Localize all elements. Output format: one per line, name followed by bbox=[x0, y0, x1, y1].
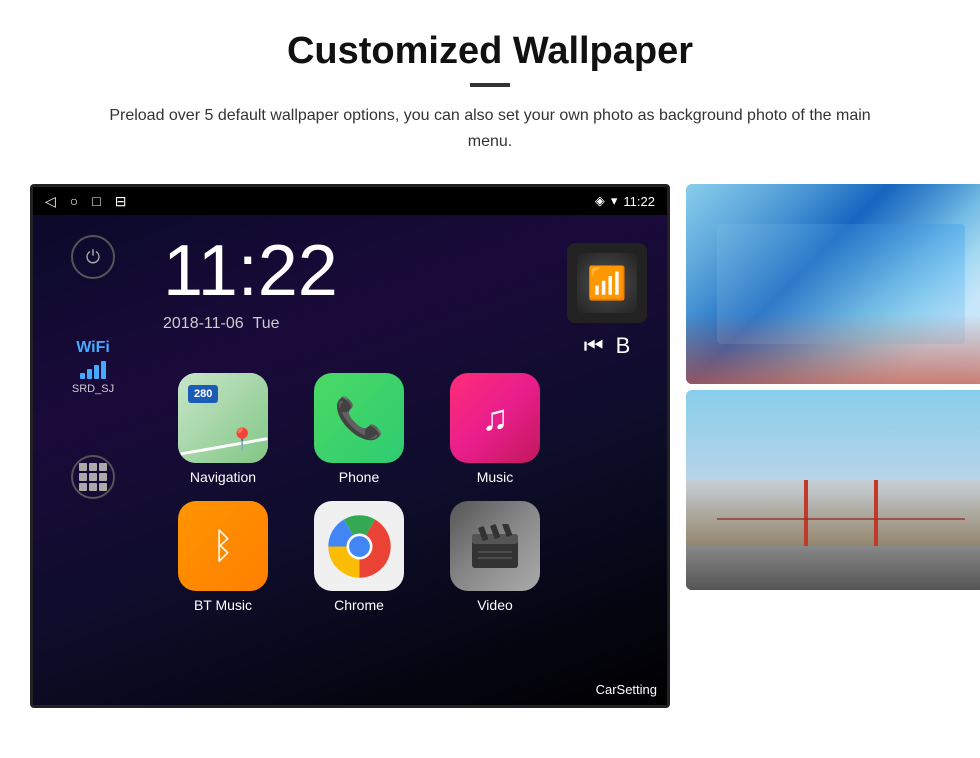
home-screen: ⏻ WiFi SRD_SJ bbox=[33, 215, 667, 705]
grid-dot bbox=[79, 483, 87, 491]
letter-b-display: B bbox=[616, 333, 631, 359]
page-title: Customized Wallpaper bbox=[80, 30, 900, 73]
recent-icon[interactable]: □ bbox=[92, 193, 100, 209]
title-divider bbox=[470, 83, 510, 87]
music-symbol: ♫ bbox=[482, 397, 509, 439]
chrome-svg bbox=[327, 514, 392, 579]
grid-dot bbox=[79, 463, 87, 471]
app-music[interactable]: ♫ Music bbox=[435, 373, 555, 485]
date-text: 2018-11-06 bbox=[163, 315, 244, 332]
page-subtitle: Preload over 5 default wallpaper options… bbox=[100, 103, 880, 154]
phone-icon: 📞 bbox=[314, 373, 404, 463]
grid-dot bbox=[79, 473, 87, 481]
back-icon[interactable]: ◁ bbox=[45, 193, 56, 210]
music-label: Music bbox=[477, 469, 514, 485]
ice-background bbox=[686, 184, 980, 384]
app-phone[interactable]: 📞 Phone bbox=[299, 373, 419, 485]
carsetting-label: CarSetting bbox=[596, 682, 657, 697]
wifi-bar-1 bbox=[80, 373, 85, 379]
music-icon-box: 📶 bbox=[567, 243, 647, 323]
wallpaper-thumb-ice[interactable] bbox=[686, 184, 980, 384]
grid-dot bbox=[99, 473, 107, 481]
status-bar: ◁ ○ □ ⊟ ◈ ▾ 11:22 bbox=[33, 187, 667, 215]
nav-sign: 280 bbox=[188, 385, 218, 403]
status-time: 11:22 bbox=[623, 194, 655, 209]
app-video[interactable]: Video bbox=[435, 501, 555, 613]
phone-label: Phone bbox=[339, 469, 379, 485]
status-right: ◈ ▾ 11:22 bbox=[595, 193, 655, 209]
grid-dot bbox=[89, 483, 97, 491]
music-player-widget: 📶 ⏮ B bbox=[567, 243, 647, 359]
wifi-bar-3 bbox=[94, 365, 99, 379]
power-button[interactable]: ⏻ bbox=[71, 235, 115, 279]
app-navigation[interactable]: 280 📍 Navigation bbox=[163, 373, 283, 485]
status-left: ◁ ○ □ ⊟ bbox=[45, 193, 126, 210]
wifi-bars bbox=[72, 361, 114, 379]
chrome-icon bbox=[314, 501, 404, 591]
app-bt-music[interactable]: ᛒ BT Music bbox=[163, 501, 283, 613]
wallpaper-panel bbox=[686, 184, 980, 590]
day-text: Tue bbox=[253, 315, 280, 332]
date-display: 2018-11-06 Tue bbox=[163, 315, 280, 333]
home-icon[interactable]: ○ bbox=[70, 193, 78, 209]
grid-dot bbox=[99, 463, 107, 471]
video-svg bbox=[470, 524, 520, 568]
nav-map-bg: 280 📍 bbox=[178, 373, 268, 463]
music-icon: ♫ bbox=[450, 373, 540, 463]
navigation-icon: 280 📍 bbox=[178, 373, 268, 463]
bt-music-label: BT Music bbox=[194, 597, 252, 613]
chrome-label: Chrome bbox=[334, 597, 384, 613]
video-label: Video bbox=[477, 597, 513, 613]
bt-music-icon: ᛒ bbox=[178, 501, 268, 591]
grid-dot bbox=[89, 473, 97, 481]
phone-symbol: 📞 bbox=[334, 395, 384, 442]
apps-grid-icon bbox=[79, 463, 107, 491]
wifi-bar-2 bbox=[87, 369, 92, 379]
nav-pin: 📍 bbox=[229, 427, 256, 453]
clock-display: 11:22 bbox=[163, 235, 338, 307]
apps-button[interactable] bbox=[71, 455, 115, 499]
app-chrome[interactable]: Chrome bbox=[299, 501, 419, 613]
music-icon-inner: 📶 bbox=[577, 253, 637, 313]
grid-dot bbox=[99, 483, 107, 491]
location-icon: ◈ bbox=[595, 193, 605, 209]
bt-symbol: ᛒ bbox=[212, 525, 234, 567]
main-content: ◁ ○ □ ⊟ ◈ ▾ 11:22 ⏻ WiFi bbox=[0, 164, 980, 718]
grid-dot bbox=[89, 463, 97, 471]
wifi-bar-4 bbox=[101, 361, 106, 379]
wifi-widget: WiFi SRD_SJ bbox=[72, 339, 114, 395]
left-sidebar: ⏻ WiFi SRD_SJ bbox=[33, 215, 153, 705]
device-frame: ◁ ○ □ ⊟ ◈ ▾ 11:22 ⏻ WiFi bbox=[30, 184, 670, 708]
wifi-network: SRD_SJ bbox=[72, 383, 114, 395]
music-controls: ⏮ B bbox=[584, 333, 631, 359]
signal-icon: ▾ bbox=[611, 193, 618, 209]
power-icon: ⏻ bbox=[86, 247, 100, 268]
bridge-background bbox=[686, 390, 980, 590]
screenshot-icon[interactable]: ⊟ bbox=[115, 193, 127, 210]
prev-button[interactable]: ⏮ bbox=[584, 333, 604, 359]
page-header: Customized Wallpaper Preload over 5 defa… bbox=[0, 0, 980, 164]
app-grid: 280 📍 Navigation 📞 Phone bbox=[163, 373, 555, 613]
navigation-label: Navigation bbox=[190, 469, 256, 485]
video-icon bbox=[450, 501, 540, 591]
wifi-ring-icon: 📶 bbox=[587, 264, 627, 302]
wallpaper-thumb-bridge[interactable] bbox=[686, 390, 980, 590]
wifi-label: WiFi bbox=[72, 339, 114, 357]
